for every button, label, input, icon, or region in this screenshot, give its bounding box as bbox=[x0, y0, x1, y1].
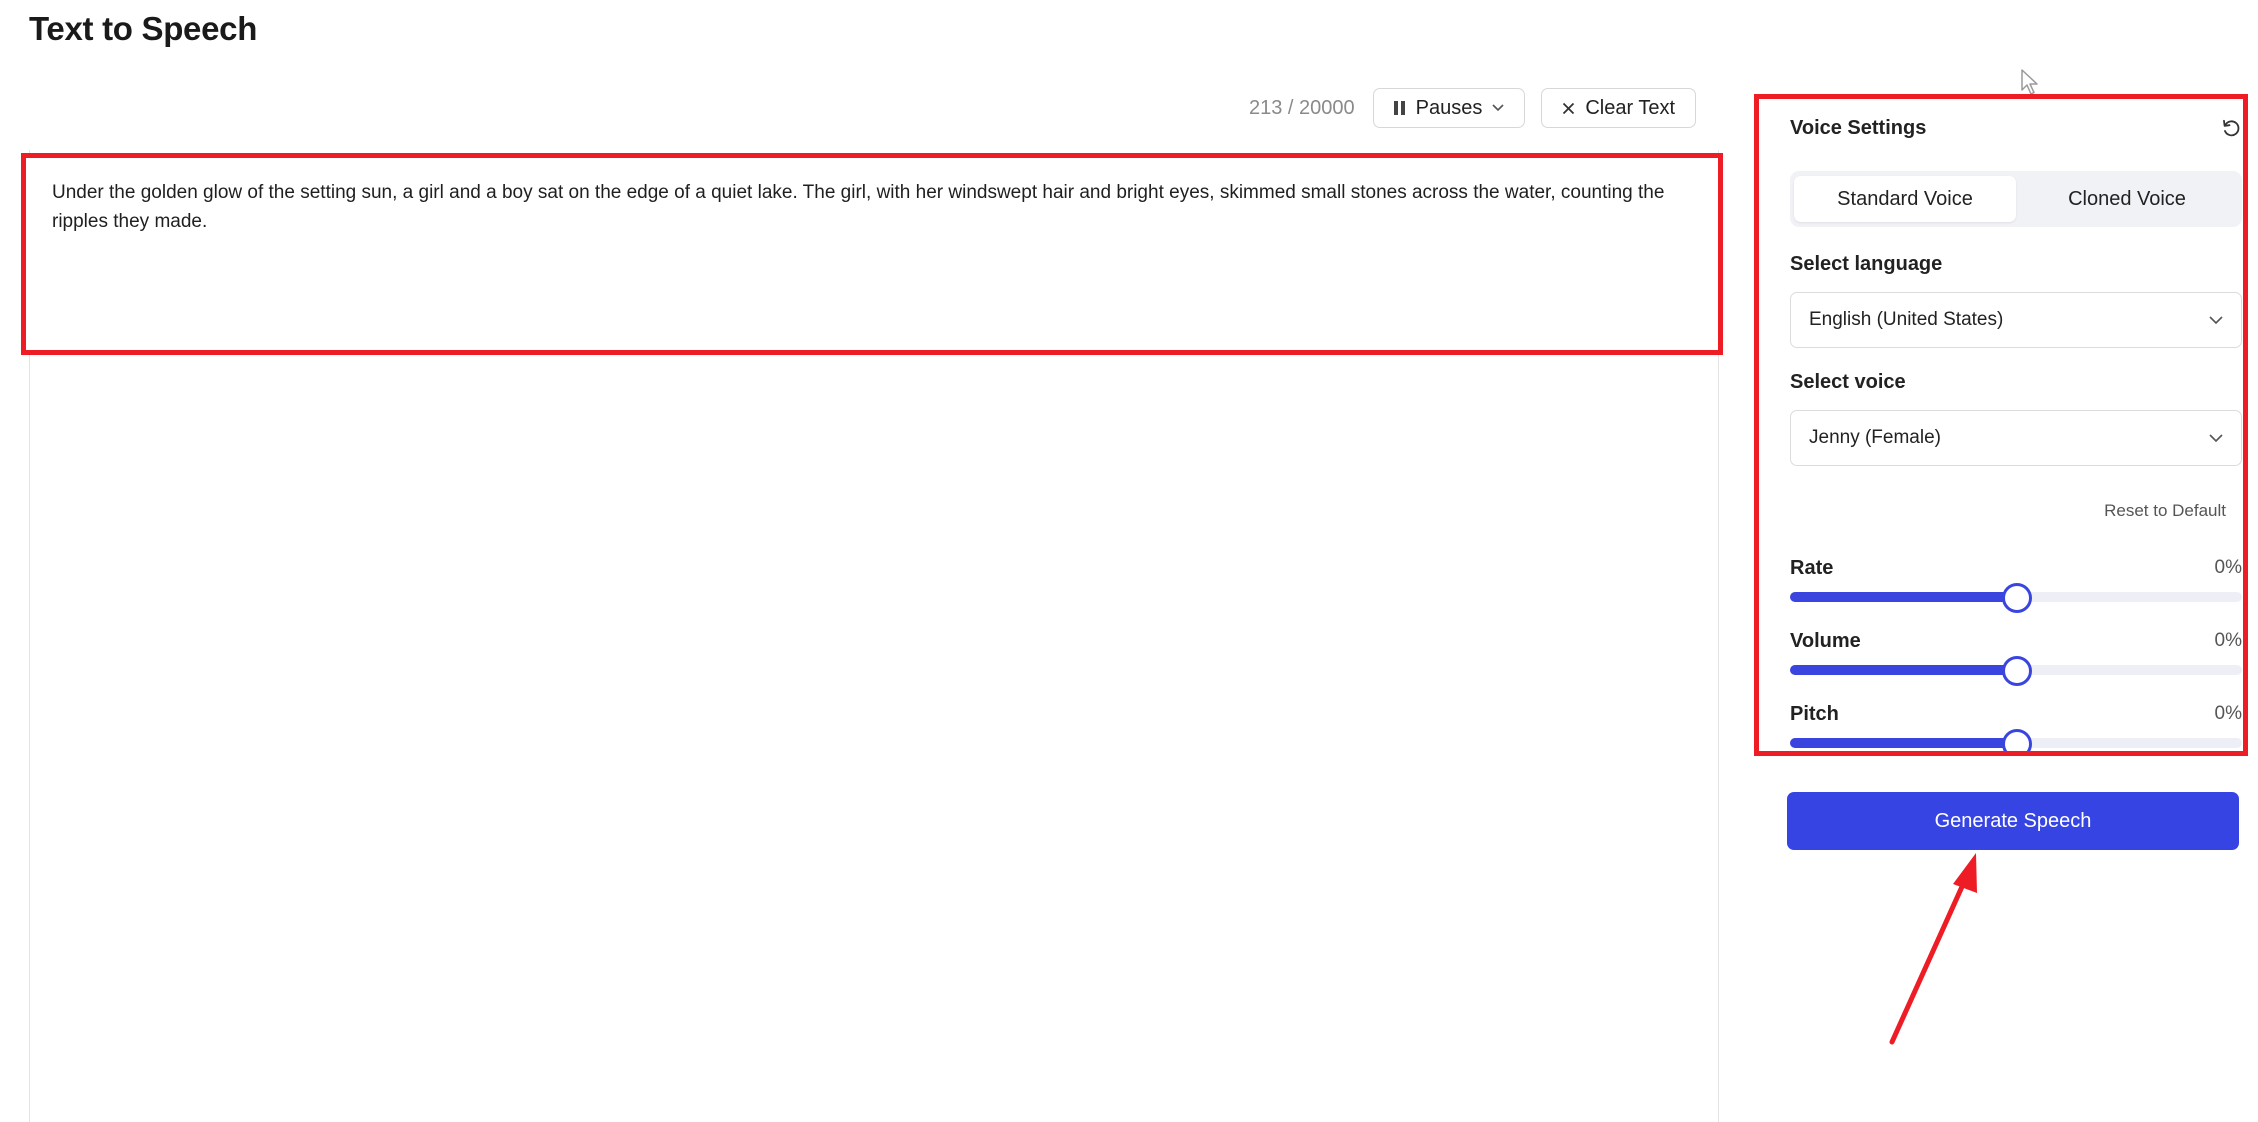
voice-value: Jenny (Female) bbox=[1809, 427, 1941, 448]
pitch-slider-fill bbox=[1790, 738, 2016, 748]
chevron-down-icon bbox=[2209, 315, 2223, 324]
voice-select[interactable]: Jenny (Female) bbox=[1790, 410, 2242, 466]
mouse-cursor-icon bbox=[2021, 69, 2038, 95]
text-input-area[interactable]: Under the golden glow of the setting sun… bbox=[21, 153, 1723, 355]
clear-text-button[interactable]: Clear Text bbox=[1541, 88, 1696, 128]
rate-slider-row: Rate 0% bbox=[1790, 557, 2242, 613]
rate-slider-thumb[interactable] bbox=[2002, 583, 2032, 613]
pitch-value: 0% bbox=[2214, 703, 2242, 724]
voice-label: Select voice bbox=[1790, 371, 1906, 393]
pitch-slider[interactable] bbox=[1790, 729, 2242, 751]
refresh-icon[interactable] bbox=[2220, 117, 2242, 139]
language-select[interactable]: English (United States) bbox=[1790, 292, 2242, 348]
volume-slider-fill bbox=[1790, 665, 2016, 675]
pause-icon bbox=[1393, 101, 1406, 115]
voice-settings-title: Voice Settings bbox=[1790, 116, 1927, 139]
generate-speech-button[interactable]: Generate Speech bbox=[1787, 792, 2239, 850]
language-label: Select language bbox=[1790, 253, 1943, 275]
editor-text: Under the golden glow of the setting sun… bbox=[52, 182, 1665, 232]
chevron-down-icon bbox=[2209, 433, 2223, 442]
page: Text to Speech 213 / 20000 Pauses Clear … bbox=[0, 0, 2258, 1122]
reset-to-default-link[interactable]: Reset to Default bbox=[2104, 501, 2226, 521]
pitch-slider-thumb[interactable] bbox=[2002, 729, 2032, 751]
rate-slider-fill bbox=[1790, 592, 2016, 602]
character-count: 213 / 20000 bbox=[1248, 96, 1355, 119]
editor-toolbar: 213 / 20000 Pauses Clear Text bbox=[1249, 88, 1696, 128]
tab-standard-voice[interactable]: Standard Voice bbox=[1794, 176, 2016, 222]
voice-settings-header: Voice Settings bbox=[1790, 113, 2242, 143]
volume-slider-thumb[interactable] bbox=[2002, 656, 2032, 686]
pitch-label: Pitch bbox=[1790, 703, 1839, 725]
voice-settings-panel: Voice Settings Standard Voice Cloned Voi… bbox=[1754, 94, 2248, 756]
rate-label: Rate bbox=[1790, 557, 1834, 579]
language-value: English (United States) bbox=[1809, 309, 2004, 330]
close-icon bbox=[1562, 102, 1575, 115]
pauses-button[interactable]: Pauses bbox=[1372, 88, 1526, 128]
pauses-label: Pauses bbox=[1415, 96, 1483, 119]
page-title: Text to Speech bbox=[29, 10, 258, 47]
chevron-down-icon bbox=[1492, 104, 1504, 112]
tab-cloned-voice[interactable]: Cloned Voice bbox=[2016, 176, 2238, 222]
rate-value: 0% bbox=[2214, 557, 2242, 578]
pitch-slider-row: Pitch 0% bbox=[1790, 703, 2242, 751]
voice-type-tabs: Standard Voice Cloned Voice bbox=[1790, 171, 2242, 227]
volume-label: Volume bbox=[1790, 630, 1861, 652]
rate-slider[interactable] bbox=[1790, 583, 2242, 613]
volume-value: 0% bbox=[2214, 630, 2242, 651]
volume-slider[interactable] bbox=[1790, 656, 2242, 686]
volume-slider-row: Volume 0% bbox=[1790, 630, 2242, 686]
clear-text-label: Clear Text bbox=[1585, 96, 1675, 119]
